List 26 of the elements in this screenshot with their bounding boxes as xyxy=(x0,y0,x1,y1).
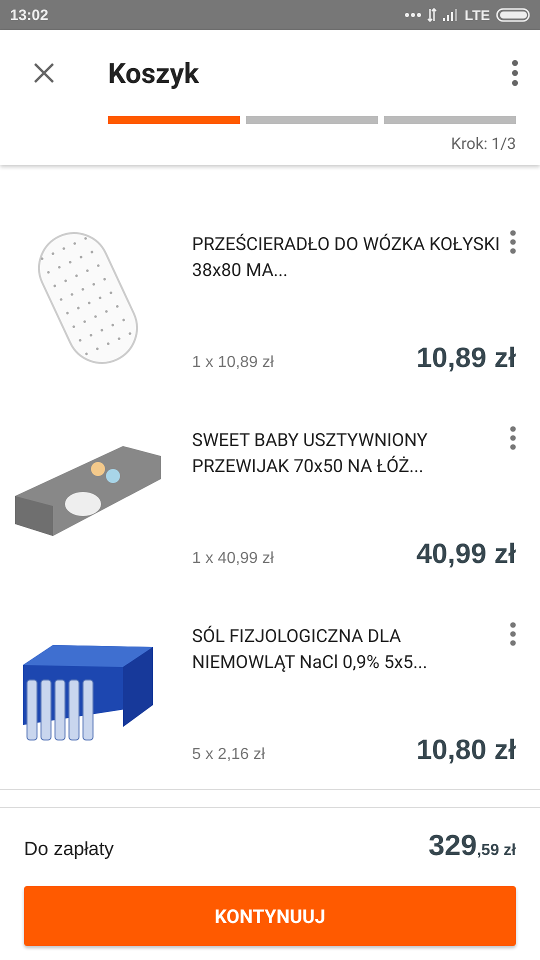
total-amount: 329 xyxy=(428,830,477,863)
battery-icon xyxy=(496,8,530,22)
network-type: LTE xyxy=(464,7,490,23)
item-total-price: 10,80 zł xyxy=(416,734,516,766)
page-title: Koszyk xyxy=(108,56,200,90)
unit-quantity-price: 1 x 40,99 zł xyxy=(192,550,275,568)
step-label: Krok: 1/3 xyxy=(451,134,516,153)
product-name: PRZEŚCIERADŁO DO WÓZKA KOŁYSKI 38x80 MA... xyxy=(192,232,500,283)
more-icon xyxy=(512,60,518,86)
data-transfer-icon xyxy=(426,8,437,22)
product-name: SÓL FIZJOLOGICZNA DLA NIEMOWLĄT NaCl 0,9% 5x5... xyxy=(192,624,428,675)
more-icon xyxy=(510,426,516,450)
continue-button[interactable]: KONTYNUUJ xyxy=(24,886,516,946)
amount-due-label: Do zapłaty xyxy=(24,839,115,861)
more-icon xyxy=(510,622,516,646)
more-icon xyxy=(510,230,516,254)
item-total-price: 10,89 zł xyxy=(416,342,516,374)
total-amount-fraction: ,59 zł xyxy=(476,842,516,860)
unit-quantity-price: 5 x 2,16 zł xyxy=(192,746,266,764)
item-total-price: 40,99 zł xyxy=(416,538,516,570)
signal-icon xyxy=(442,9,459,21)
unit-quantity-price: 1 x 10,89 zł xyxy=(192,354,275,372)
clock-time: 13:02 xyxy=(10,6,50,24)
product-name: SWEET BABY USZTYWNIONY PRZEWIJAK 70x50 NA ŁÓŻ... xyxy=(192,429,429,479)
dots-icon xyxy=(404,12,421,18)
close-icon xyxy=(33,62,55,84)
